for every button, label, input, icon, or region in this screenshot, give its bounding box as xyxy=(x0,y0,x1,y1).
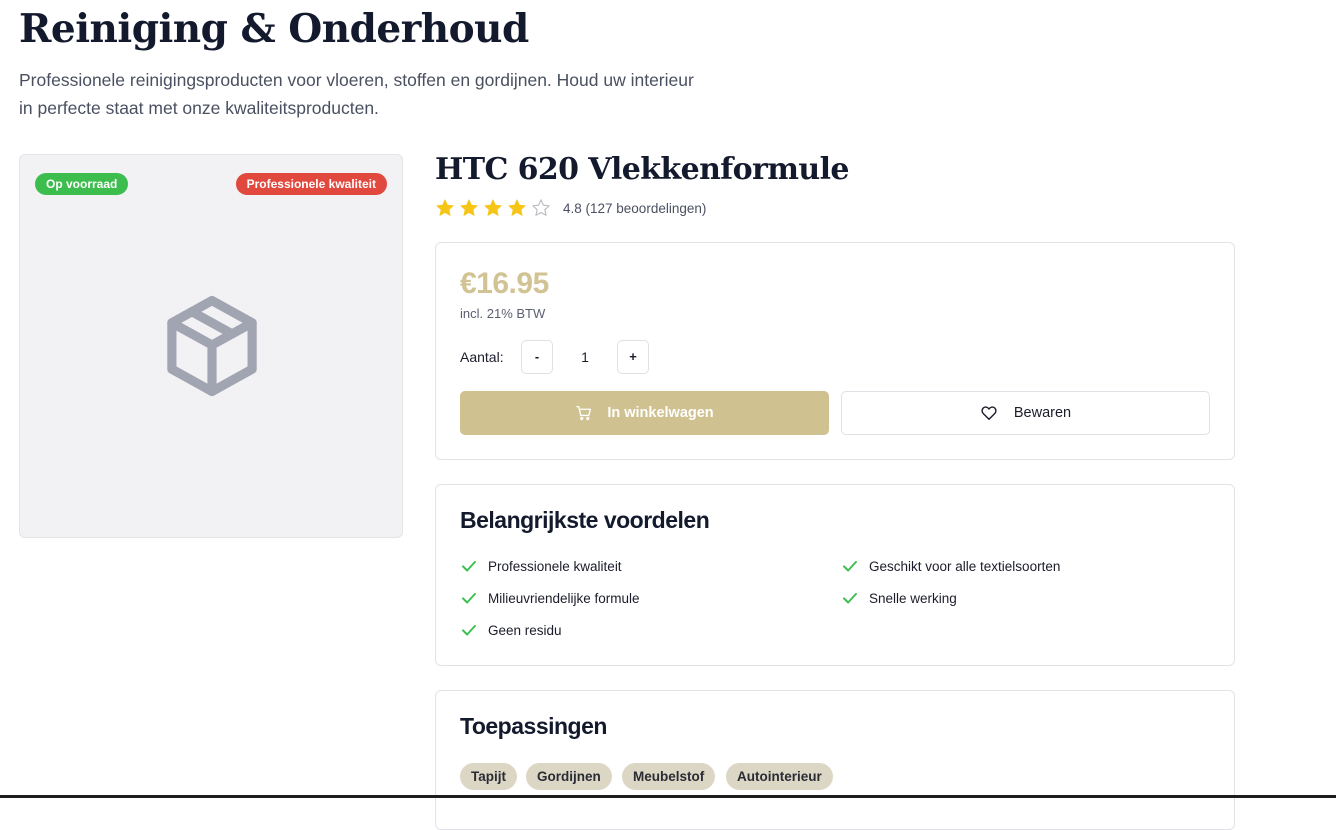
purchase-card: €16.95 incl. 21% BTW Aantal: - 1 + In wi… xyxy=(435,242,1235,460)
applications-heading: Toepassingen xyxy=(460,713,607,739)
star-filled-icon xyxy=(436,199,454,216)
application-tag: Meubelstof xyxy=(622,763,716,790)
product-image-panel: Op voorraad Professionele kwaliteit xyxy=(19,154,403,538)
benefit-label: Milieuvriendelijke formule xyxy=(488,590,640,606)
quantity-label: Aantal: xyxy=(460,349,504,365)
package-box-icon xyxy=(167,295,257,397)
quantity-value[interactable]: 1 xyxy=(553,340,617,374)
check-icon xyxy=(462,592,476,604)
check-icon xyxy=(462,624,476,636)
check-icon xyxy=(843,560,857,572)
benefit-label: Geschikt voor alle textielsoorten xyxy=(869,558,1061,574)
benefit-item: Professionele kwaliteit xyxy=(460,557,622,575)
benefit-label: Geen residu xyxy=(488,622,562,638)
rating-text: 4.8 (127 beoordelingen) xyxy=(563,200,707,216)
benefit-item: Snelle werking xyxy=(841,589,957,607)
quantity-decrease-button[interactable]: - xyxy=(521,340,553,374)
stock-badge: Op voorraad xyxy=(35,173,129,195)
star-filled-icon xyxy=(508,199,526,216)
benefit-label: Professionele kwaliteit xyxy=(488,558,622,574)
save-button[interactable]: Bewaren xyxy=(841,391,1210,435)
check-icon xyxy=(462,560,476,572)
application-tag: Tapijt xyxy=(460,763,517,790)
application-tag: Autointerieur xyxy=(726,763,833,790)
check-icon xyxy=(843,592,857,604)
star-filled-icon xyxy=(484,199,502,216)
quantity-increase-button[interactable]: + xyxy=(617,340,649,374)
applications-card: Toepassingen Tapijt Gordijnen Meubelstof… xyxy=(435,690,1235,830)
star-empty-icon xyxy=(532,199,550,216)
star-rating xyxy=(435,198,551,218)
star-filled-icon xyxy=(460,199,478,216)
save-label: Bewaren xyxy=(1013,405,1072,421)
heart-icon xyxy=(981,406,997,420)
application-tag: Gordijnen xyxy=(526,763,612,790)
page-subtitle: Professionele reinigingsproducten voor v… xyxy=(19,70,694,118)
quality-badge: Professionele kwaliteit xyxy=(235,173,387,195)
rating-row: 4.8 (127 beoordelingen) xyxy=(435,197,706,219)
add-to-cart-label: In winkelwagen xyxy=(607,405,714,421)
benefits-heading: Belangrijkste voordelen xyxy=(460,507,710,533)
benefits-card: Belangrijkste voordelen Professionele kw… xyxy=(435,484,1235,666)
vat-note: incl. 21% BTW xyxy=(460,306,546,321)
add-to-cart-button[interactable]: In winkelwagen xyxy=(460,391,829,435)
product-title: HTC 620 Vlekkenformule xyxy=(435,152,849,187)
benefit-label: Snelle werking xyxy=(869,590,957,606)
price: €16.95 xyxy=(460,267,549,300)
benefit-item: Geschikt voor alle textielsoorten xyxy=(841,557,1060,575)
page-title: Reiniging & Onderhoud xyxy=(19,6,529,52)
benefit-item: Geen residu xyxy=(460,621,562,639)
benefit-item: Milieuvriendelijke formule xyxy=(460,589,640,607)
cart-icon xyxy=(576,405,592,421)
